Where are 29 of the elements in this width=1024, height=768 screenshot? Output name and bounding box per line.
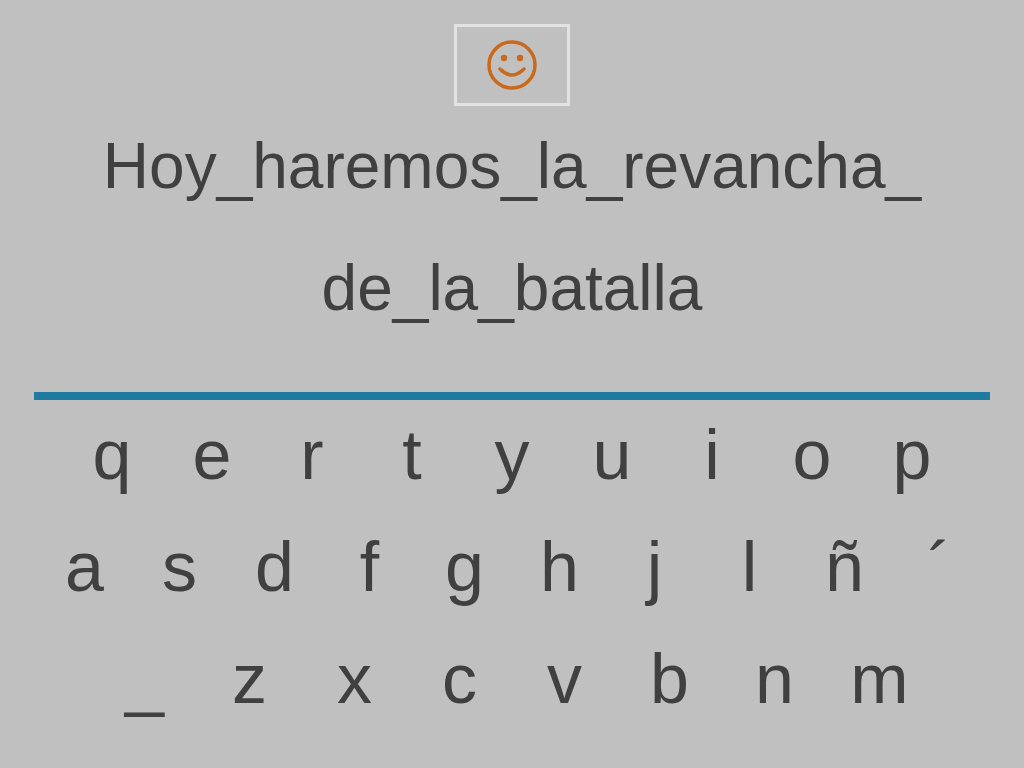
letter-key[interactable]: u (562, 418, 662, 492)
letter-key[interactable]: p (862, 418, 962, 492)
letter-key[interactable]: i (662, 418, 762, 492)
smiley-icon (486, 39, 538, 91)
letter-key[interactable]: s (132, 530, 227, 604)
letter-key[interactable]: y (462, 418, 562, 492)
letter-key[interactable]: v (512, 642, 617, 716)
letter-key[interactable]: m (827, 642, 932, 716)
letter-key[interactable]: h (512, 530, 607, 604)
letter-key[interactable]: o (762, 418, 862, 492)
letter-key[interactable]: n (722, 642, 827, 716)
letter-key[interactable]: f (322, 530, 417, 604)
letter-key[interactable]: r (262, 418, 362, 492)
letter-key[interactable]: ñ (797, 530, 892, 604)
letter-key[interactable]: g (417, 530, 512, 604)
letter-key[interactable]: x (302, 642, 407, 716)
letter-key[interactable]: _ (92, 642, 197, 716)
letter-key[interactable]: t (362, 418, 462, 492)
letter-key[interactable]: l (702, 530, 797, 604)
letter-key[interactable]: c (407, 642, 512, 716)
letter-key[interactable]: a (37, 530, 132, 604)
letter-key[interactable]: z (197, 642, 302, 716)
letter-key[interactable]: q (62, 418, 162, 492)
letter-key[interactable]: j (607, 530, 702, 604)
smiley-button[interactable] (454, 24, 570, 106)
letter-key[interactable]: e (162, 418, 262, 492)
letter-key[interactable]: ´ (892, 530, 987, 604)
letter-key[interactable]: d (227, 530, 322, 604)
letter-key[interactable]: b (617, 642, 722, 716)
